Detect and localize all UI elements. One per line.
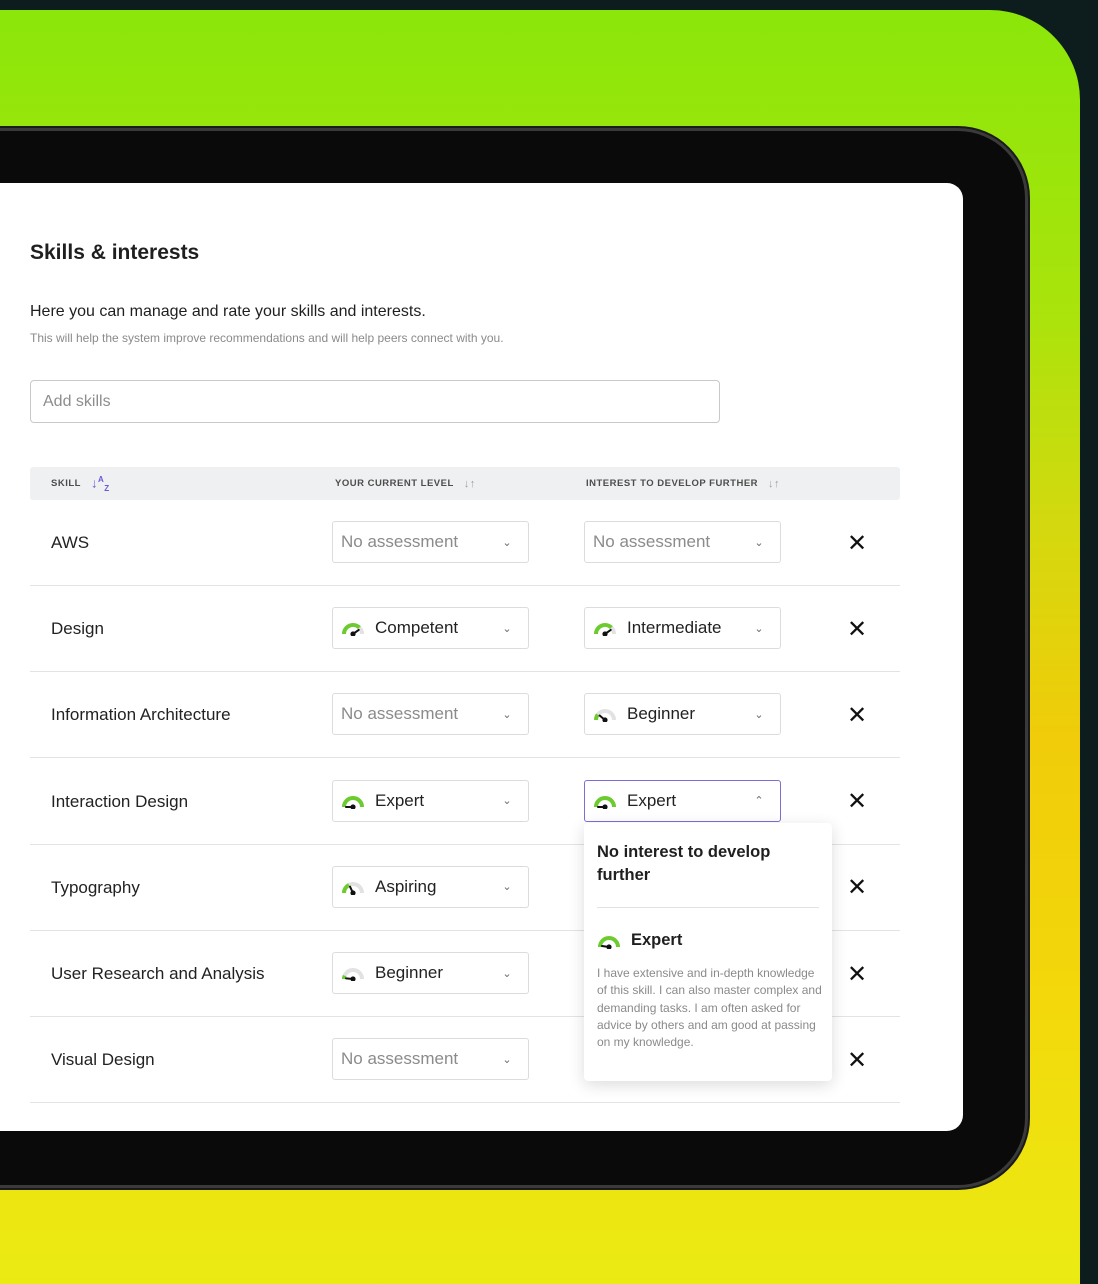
select-value: No assessment bbox=[341, 532, 459, 551]
current-level-select[interactable]: Expert ⌄ bbox=[332, 779, 529, 822]
current-level-column-header[interactable]: YOUR CURRENT LEVEL ↓↑ bbox=[335, 467, 476, 500]
select-value: Expert bbox=[375, 790, 425, 810]
interest-level-select[interactable]: Intermediate ⌄ bbox=[584, 607, 781, 650]
chevron-down-icon: ⌄ bbox=[754, 536, 764, 549]
chevron-down-icon: ⌄ bbox=[502, 536, 512, 549]
remove-skill-close-icon[interactable]: ✕ bbox=[845, 615, 869, 643]
current-level-select[interactable]: No assessment ⌄ bbox=[332, 693, 529, 736]
select-value: Competent bbox=[375, 618, 459, 638]
chevron-down-icon: ⌄ bbox=[502, 708, 512, 721]
intro-text: Here you can manage and rate your skills… bbox=[30, 303, 426, 320]
select-value: Expert bbox=[627, 790, 677, 810]
sort-icon[interactable]: ↓↑ bbox=[768, 478, 780, 490]
interest-header-label: INTEREST TO DEVELOP FURTHER bbox=[586, 478, 759, 489]
skill-name: Interaction Design bbox=[51, 791, 189, 811]
current-level-select[interactable]: No assessment ⌄ bbox=[332, 1038, 529, 1081]
table-row: Design Competent ⌄ Intermediate ⌄ ✕ bbox=[30, 586, 900, 673]
table-row: AWS No assessment ⌄ No assessment ⌄ ✕ bbox=[30, 500, 900, 586]
table-header: SKILL ↓AZ YOUR CURRENT LEVEL ↓↑ INTEREST… bbox=[30, 467, 900, 500]
remove-skill-close-icon[interactable]: ✕ bbox=[845, 529, 869, 557]
remove-skill-close-icon[interactable]: ✕ bbox=[845, 788, 869, 816]
dropdown-option-no-interest[interactable]: No interest to develop further bbox=[597, 841, 812, 887]
aspiring-gauge-icon bbox=[342, 881, 364, 895]
chevron-down-icon: ⌄ bbox=[502, 622, 512, 635]
dropdown-option-description: I have extensive and in-depth knowledge … bbox=[597, 966, 822, 1050]
chevron-down-icon: ⌄ bbox=[754, 622, 764, 635]
stage: Skills & interests Here you can manage a… bbox=[0, 0, 1098, 1284]
competent-gauge-icon bbox=[594, 623, 616, 637]
select-value: No assessment bbox=[341, 704, 459, 724]
skill-header-label: SKILL bbox=[51, 478, 81, 489]
chevron-down-icon: ⌄ bbox=[502, 795, 512, 808]
beginner-gauge-icon bbox=[341, 968, 364, 981]
select-value: Beginner bbox=[375, 963, 444, 982]
select-value: Intermediate bbox=[627, 618, 722, 638]
app-screen: Skills & interests Here you can manage a… bbox=[0, 183, 963, 1131]
chevron-up-icon: ⌃ bbox=[754, 795, 764, 808]
current-level-select[interactable]: No assessment ⌄ bbox=[332, 521, 529, 563]
select-value: No assessment bbox=[341, 1049, 459, 1069]
interest-level-select[interactable]: Beginner ⌄ bbox=[584, 693, 781, 736]
remove-skill-close-icon[interactable]: ✕ bbox=[845, 1046, 869, 1074]
chevron-down-icon: ⌄ bbox=[502, 1053, 512, 1066]
select-value: Aspiring bbox=[375, 876, 437, 896]
sort-az-icon[interactable]: ↓AZ bbox=[91, 475, 110, 493]
sort-icon[interactable]: ↓↑ bbox=[464, 478, 476, 490]
expert-gauge-icon bbox=[342, 795, 364, 809]
page-title: Skills & interests bbox=[30, 241, 200, 264]
remove-skill-close-icon[interactable]: ✕ bbox=[845, 874, 869, 902]
dropdown-option-label: Expert bbox=[631, 931, 683, 949]
skill-name: AWS bbox=[51, 533, 90, 552]
table-row: Information Architecture No assessment ⌄ Be… bbox=[30, 672, 900, 759]
interest-dropdown-menu: No interest to develop further Expert I … bbox=[584, 823, 832, 1081]
remove-skill-close-icon[interactable]: ✕ bbox=[845, 701, 869, 729]
add-skills-input[interactable] bbox=[30, 380, 720, 423]
current-level-select[interactable]: Aspiring ⌄ bbox=[332, 865, 529, 908]
current-level-header-label: YOUR CURRENT LEVEL bbox=[335, 478, 454, 489]
select-value: Beginner bbox=[627, 704, 696, 724]
interest-column-header[interactable]: INTEREST TO DEVELOP FURTHER ↓↑ bbox=[586, 467, 780, 500]
skill-column-header[interactable]: SKILL ↓AZ bbox=[51, 467, 110, 500]
beginner-low-gauge-icon bbox=[594, 709, 616, 723]
current-level-select[interactable]: Beginner ⌄ bbox=[332, 952, 529, 994]
skill-name: Visual Design bbox=[51, 1050, 155, 1070]
dropdown-option-expert[interactable]: Expert bbox=[597, 931, 682, 950]
current-level-select[interactable]: Competent ⌄ bbox=[332, 607, 529, 650]
expert-gauge-icon bbox=[594, 795, 616, 809]
competent-gauge-icon bbox=[342, 623, 364, 637]
expert-gauge-icon bbox=[598, 935, 620, 949]
interest-level-select[interactable]: No assessment ⌄ bbox=[584, 521, 781, 563]
chevron-down-icon: ⌄ bbox=[754, 708, 764, 721]
skill-name: User Research and Analysis bbox=[51, 964, 265, 983]
dropdown-divider bbox=[597, 907, 819, 908]
select-value: No assessment bbox=[593, 532, 711, 551]
skill-name: Information Architecture bbox=[51, 705, 231, 725]
interest-level-select[interactable]: Expert ⌃ bbox=[584, 779, 781, 822]
chevron-down-icon: ⌄ bbox=[502, 967, 512, 980]
intro-subtext: This will help the system improve recomm… bbox=[30, 331, 504, 345]
skill-name: Design bbox=[51, 619, 104, 639]
chevron-down-icon: ⌄ bbox=[502, 881, 512, 894]
skill-name: Typography bbox=[51, 877, 140, 897]
remove-skill-close-icon[interactable]: ✕ bbox=[845, 960, 869, 988]
